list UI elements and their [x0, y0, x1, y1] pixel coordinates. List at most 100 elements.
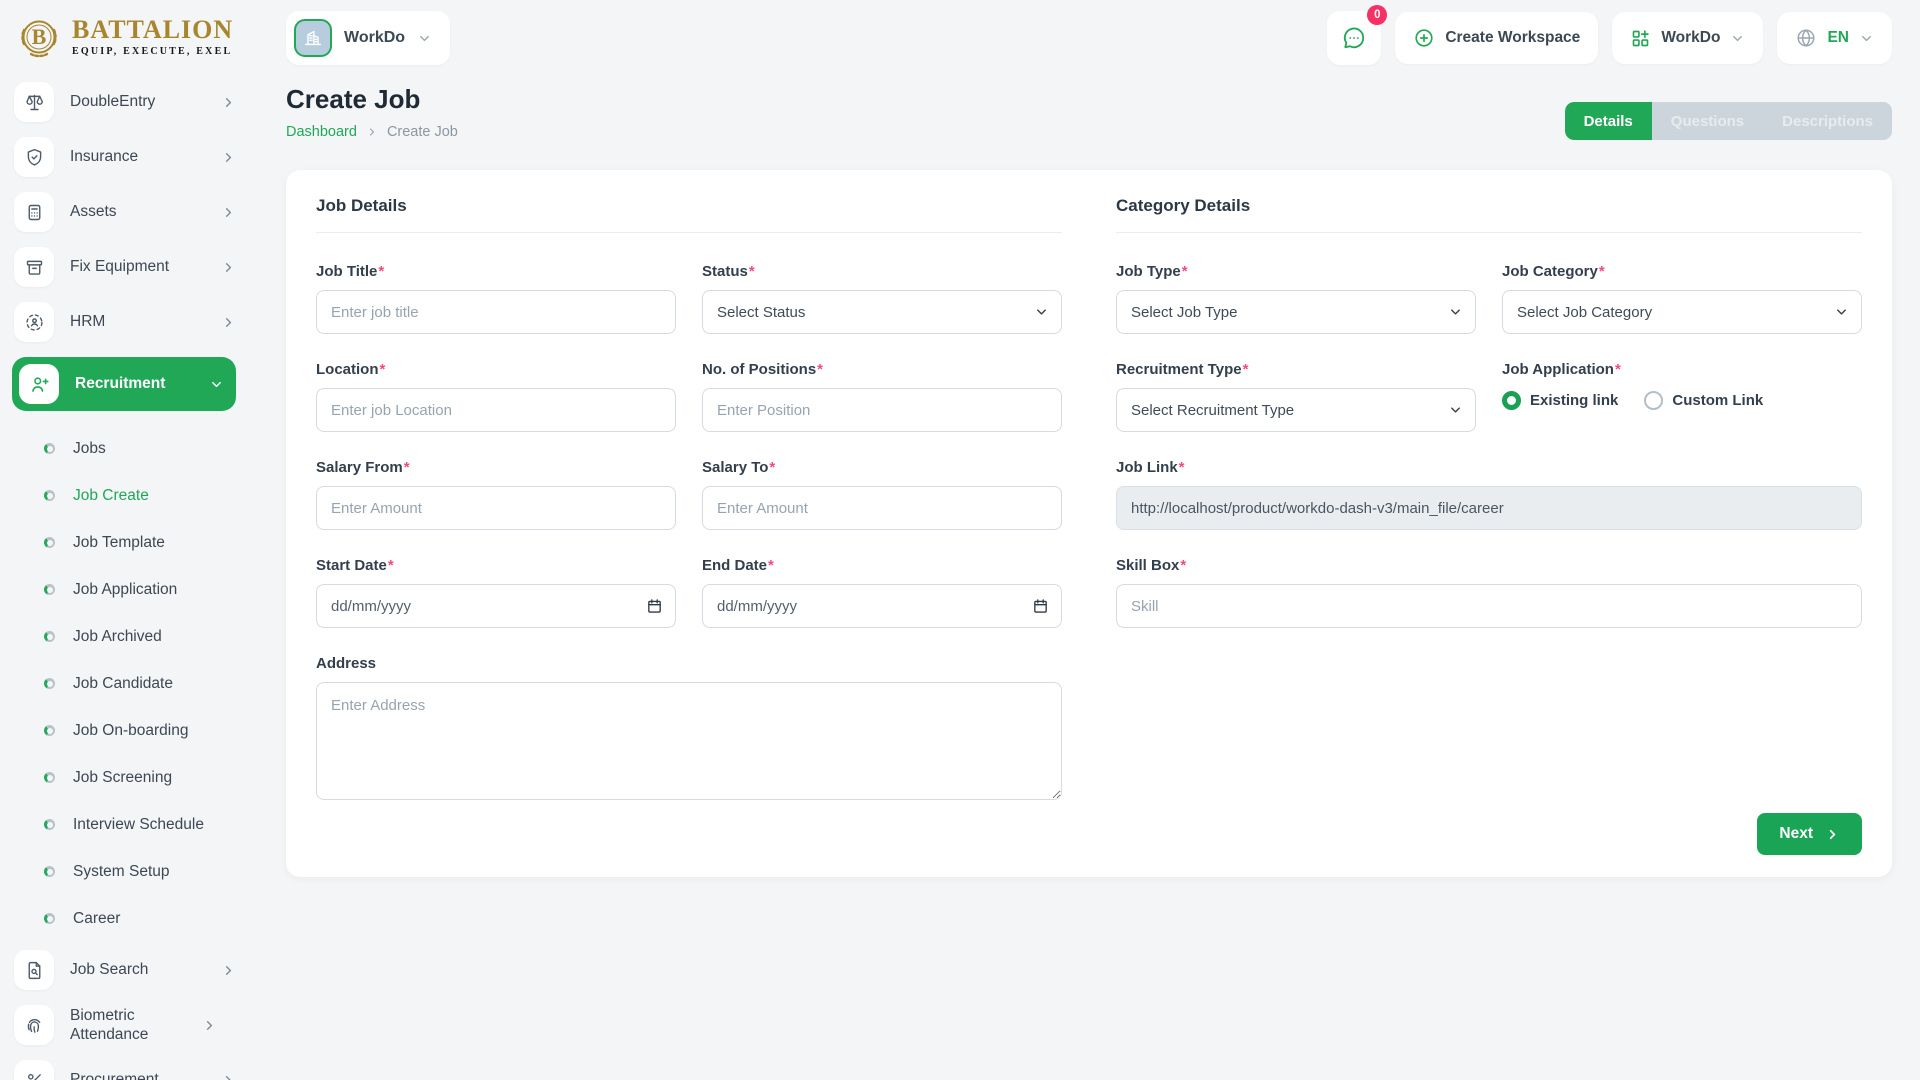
skill-input[interactable]	[1116, 584, 1862, 628]
job-category-select[interactable]: Select Job Category	[1502, 290, 1862, 334]
end-date-input[interactable]	[702, 584, 1062, 628]
required-mark: *	[380, 361, 386, 378]
salary-from-label: Salary From*	[316, 459, 676, 476]
sidebar-subitem-job-create[interactable]: Job Create	[44, 472, 236, 519]
radio-unselected-icon[interactable]	[1644, 391, 1663, 410]
radio-selected-icon[interactable]	[1502, 391, 1521, 410]
required-mark: *	[1182, 263, 1188, 280]
sidebar-item-insurance[interactable]: Insurance	[14, 137, 236, 177]
required-mark: *	[1599, 263, 1605, 280]
user-plus-icon	[19, 364, 59, 404]
job-application-label: Job Application*	[1502, 361, 1862, 378]
sidebar-subitem-job-archived[interactable]: Job Archived	[44, 613, 236, 660]
sidebar-item-assets[interactable]: Assets	[14, 192, 236, 232]
chevron-right-icon	[221, 315, 236, 330]
salary-from-input[interactable]	[316, 486, 676, 530]
create-workspace-label: Create Workspace	[1445, 29, 1580, 47]
chevron-right-icon	[1825, 827, 1840, 842]
salary-to-input[interactable]	[702, 486, 1062, 530]
main-area: WorkDo 0	[252, 0, 1920, 1080]
chevron-down-icon	[417, 31, 432, 46]
topbar: WorkDo 0	[286, 10, 1892, 66]
next-button[interactable]: Next	[1757, 813, 1862, 855]
brand-logo: B BATTALION EQUIP, EXECUTE, EXEL	[0, 10, 252, 70]
breadcrumb-current: Create Job	[387, 124, 458, 140]
required-mark: *	[1180, 557, 1186, 574]
end-date-label: End Date*	[702, 557, 1062, 574]
sidebar-subitem-jobs[interactable]: Jobs	[44, 425, 236, 472]
page-title: Create Job	[286, 84, 458, 115]
sidebar-item-recruitment[interactable]: Recruitment	[12, 357, 236, 411]
required-mark: *	[388, 557, 394, 574]
job-details-section: Job Details Job Title* Status* Select St…	[316, 196, 1062, 805]
sidebar-item-label: Recruitment	[75, 374, 193, 393]
location-input[interactable]	[316, 388, 676, 432]
custom-link-radio-option[interactable]: Custom Link	[1644, 391, 1763, 410]
bullet-icon	[44, 678, 55, 689]
next-button-label: Next	[1779, 825, 1813, 843]
address-textarea[interactable]	[316, 682, 1062, 800]
sidebar-item-label: Assets	[70, 202, 205, 221]
tab-questions[interactable]: Questions	[1652, 102, 1763, 140]
required-mark: *	[768, 557, 774, 574]
sidebar-item-doubleentry[interactable]: DoubleEntry	[14, 82, 236, 122]
job-type-select[interactable]: Select Job Type	[1116, 290, 1476, 334]
bullet-icon	[44, 772, 55, 783]
sidebar-subitem-job-template[interactable]: Job Template	[44, 519, 236, 566]
recruitment-type-select[interactable]: Select Recruitment Type	[1116, 388, 1476, 432]
sidebar-subitem-job-screening[interactable]: Job Screening	[44, 754, 236, 801]
bullet-icon	[44, 819, 55, 830]
positions-input[interactable]	[702, 388, 1062, 432]
tab-descriptions[interactable]: Descriptions	[1763, 102, 1892, 140]
address-label: Address	[316, 655, 1062, 672]
job-link-label: Job Link*	[1116, 459, 1862, 476]
workspace-building-icon	[294, 19, 332, 57]
sidebar-subitem-career[interactable]: Career	[44, 895, 236, 942]
workspace-name: WorkDo	[344, 29, 405, 47]
calculator-icon	[14, 192, 54, 232]
job-link-readonly-field: http://localhost/product/workdo-dash-v3/…	[1116, 486, 1862, 530]
scales-icon	[14, 82, 54, 122]
create-job-card: Job Details Job Title* Status* Select St…	[286, 170, 1892, 877]
workdo-menu-button[interactable]: WorkDo	[1612, 12, 1763, 64]
language-selector[interactable]: EN	[1777, 12, 1892, 64]
sidebar-subitem-system-setup[interactable]: System Setup	[44, 848, 236, 895]
messages-button[interactable]: 0	[1327, 11, 1381, 65]
shield-check-icon	[14, 137, 54, 177]
wizard-tabs: Details Questions Descriptions	[1565, 102, 1892, 140]
sidebar-item-hrm[interactable]: HRM	[14, 302, 236, 342]
sidebar-item-biometric-attendance[interactable]: Biometric Attendance	[14, 1005, 232, 1045]
required-mark: *	[817, 361, 823, 378]
chevron-right-icon	[221, 150, 236, 165]
sidebar-subitem-job-application[interactable]: Job Application	[44, 566, 236, 613]
workspace-switcher[interactable]: WorkDo	[286, 11, 450, 65]
section-heading: Job Details	[316, 196, 1062, 233]
salary-to-label: Salary To*	[702, 459, 1062, 476]
chevron-right-icon	[202, 1018, 217, 1033]
sidebar-item-label: Job Search	[70, 960, 205, 979]
chat-bubble-icon	[1341, 25, 1367, 51]
chevron-right-icon	[221, 205, 236, 220]
bullet-icon	[44, 443, 55, 454]
sidebar-subitem-job-onboarding[interactable]: Job On-boarding	[44, 707, 236, 754]
start-date-input[interactable]	[316, 584, 676, 628]
status-label: Status*	[702, 263, 1062, 280]
status-select[interactable]: Select Status	[702, 290, 1062, 334]
bullet-icon	[44, 537, 55, 548]
sidebar-item-job-search[interactable]: Job Search	[14, 950, 236, 990]
job-title-input[interactable]	[316, 290, 676, 334]
create-workspace-button[interactable]: Create Workspace	[1395, 12, 1598, 64]
start-date-label: Start Date*	[316, 557, 676, 574]
sidebar-item-procurement[interactable]: Procurement	[14, 1060, 236, 1080]
sidebar-item-fix-equipment[interactable]: Fix Equipment	[14, 247, 236, 287]
file-search-icon	[14, 950, 54, 990]
sidebar-nav: DoubleEntry Insurance Assets	[0, 70, 252, 1080]
sidebar-subitem-interview-schedule[interactable]: Interview Schedule	[44, 801, 236, 848]
bullet-icon	[44, 584, 55, 595]
tab-details[interactable]: Details	[1565, 102, 1652, 140]
sidebar-item-label: Biometric Attendance	[70, 1006, 186, 1045]
sidebar-subitem-job-candidate[interactable]: Job Candidate	[44, 660, 236, 707]
bullet-icon	[44, 631, 55, 642]
breadcrumb-dashboard-link[interactable]: Dashboard	[286, 124, 357, 140]
existing-link-radio-option[interactable]: Existing link	[1502, 391, 1618, 410]
